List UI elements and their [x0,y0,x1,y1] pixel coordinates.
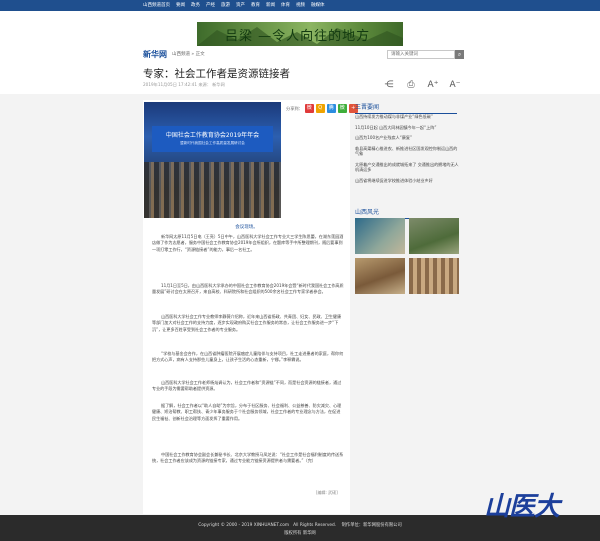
article-paragraph: 中国社会工作教育协会副会长兼秘书长、北京大学教授马凤芝说：“社会工作是社会福利制… [152,452,344,464]
site-logo[interactable]: 新华网 [143,49,167,60]
photo-audience [144,162,281,218]
article-editor: [编辑: 武硕] [316,490,338,495]
top-nav-item[interactable]: 资产 [236,0,245,11]
top-nav-item[interactable]: 旅游 [221,0,230,11]
top-nav-item[interactable]: 政务 [191,0,200,11]
photo-banner-subtitle: 暨新时代我国社会工作高质量发展研讨会 [180,141,245,145]
article-paragraph: 11月1日至5日，由山西医科大学承办的中国社会工作教育协会2019年会暨“新时代… [152,283,344,295]
article-paragraph: 山西医科大学社会工作专业教师李静薇介绍称，近年来山西省扬政、共青团、妇女、民政、… [152,314,342,332]
top-nav-bar: 山西频道首页 要闻 政务 产经 旅游 资产 教育 新闻 体育 视频 融媒体 [0,0,600,11]
article-title: 专家：社会工作者是资源链接者 [143,68,290,80]
share-bar: 分享到： 微 Q 腾 微 + [286,104,360,113]
print-icon[interactable]: ⎙ [400,80,422,90]
article-photo: 中国社会工作教育协会2019年年会 暨新时代我国社会工作高质量发展研讨会 [144,102,281,218]
sidebar-news-item[interactable]: 山西为100名产业残疾人“康复” [355,135,459,141]
sidebar-news-item[interactable]: 山西持续发力推动煤与非煤产业“绿色低碳” [355,114,459,120]
article-paragraph: 据了解，社会工作者以“助人自助”为宗旨，分布于社区服务、社会福利、公益慈善、防灾… [152,403,342,421]
font-larger-icon[interactable]: A⁺ [422,80,444,90]
banner-title: 吕梁 —令人向往的地方 [225,29,371,44]
scenery-thumbnail[interactable] [355,258,405,294]
scenery-thumbnail[interactable] [409,218,459,254]
search-icon: ⌕ [457,51,462,58]
scenery-thumbnail[interactable] [355,218,405,254]
wechat-icon[interactable]: 微 [337,104,347,113]
photo-stage-backdrop [152,126,273,152]
top-nav-item[interactable]: 融媒体 [311,0,325,11]
search-input[interactable] [387,50,455,59]
sidebar-news-title[interactable]: 三晋要闻 [355,102,457,114]
tencent-icon[interactable]: 腾 [326,104,336,113]
footer-rights: 版权所有 新华网 [284,531,316,536]
scenery-thumbnail[interactable] [409,258,459,294]
search-button[interactable]: ⌕ [455,50,464,59]
banner-ad[interactable]: 吕梁 —令人向往的地方 [197,22,403,46]
sidebar-news-list: 山西持续发力推动煤与非煤产业“绿色低碳” 11月10日起 山西大同林园镇今年—起… [355,114,459,188]
top-nav-items: 山西频道首页 要闻 政务 产经 旅游 资产 教育 新闻 体育 视频 融媒体 [143,0,331,11]
article-paragraph: 山西医科大学社会工作老师杨灿调认为，社会工作者和“资源链”不同，而是社会资源的链… [152,380,342,392]
article-meta: 2019年11月05日 17:42:41 来源： 新华网 [143,82,225,87]
article-paragraph: “学校与基金会合作，在山西省肿瘤医院开展癌症儿童陪伴与支持项目，社工走进患者的家… [152,351,344,363]
top-nav-item[interactable]: 体育 [281,0,290,11]
scenery-thumbnails [355,218,461,294]
top-nav-item[interactable]: 产经 [206,0,215,11]
sidebar-news-item[interactable]: 山西省将继续促进学校推进体验小结业乡好 [355,178,459,184]
photo-banner-title: 中国社会工作教育协会2019年年会 [165,132,260,139]
font-smaller-icon[interactable]: A⁻ [444,80,466,90]
share-label: 分享到： [286,105,303,111]
article-tools: ⋲ ⎙ A⁺ A⁻ [378,80,466,90]
sidebar-news-item[interactable]: 11月10日起 山西大同林园镇今年—起“上阵” [355,125,459,131]
sidebar-news-item[interactable]: 临县高渠精心推进农、新推进社区国发观控你制运山西的气象 [355,146,459,157]
sidebar-news-item[interactable]: 太原着产交通推出的成就城拓来了 交通推出的拥堵的无人机清运多 [355,162,459,173]
qzone-icon[interactable]: Q [315,104,325,113]
top-nav-item[interactable]: 视频 [296,0,305,11]
top-nav-item[interactable]: 教育 [251,0,260,11]
photo-caption: 会议现场。 [235,225,258,230]
breadcrumb[interactable]: 山西频道 » 正文 [172,51,205,57]
top-nav-item[interactable]: 要闻 [176,0,185,11]
watermark-logo: 山医大 [484,492,560,522]
share-icon[interactable]: ⋲ [378,80,400,90]
top-nav-item[interactable]: 山西频道首页 [143,0,170,11]
top-nav-item[interactable]: 新闻 [266,0,275,11]
article-paragraph: 新华网太原11月5日电（王亮）5日中午，山西医科大学社会工作专业大三学生陈思蕾，… [152,234,344,252]
weibo-icon[interactable]: 微 [304,104,314,113]
